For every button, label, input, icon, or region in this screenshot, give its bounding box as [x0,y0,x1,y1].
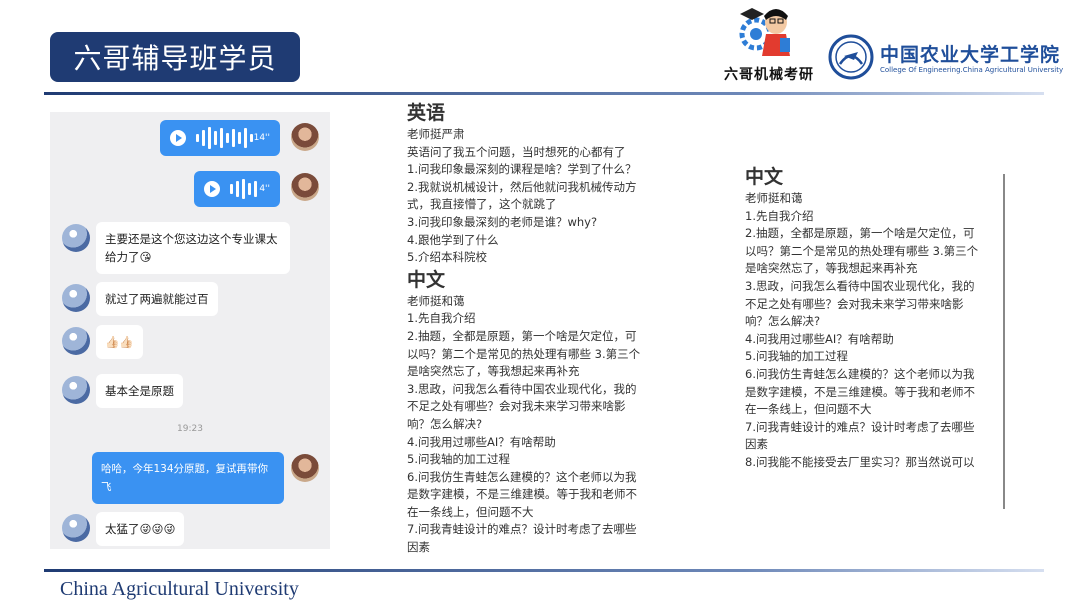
waveform-icon [230,179,257,199]
avatar[interactable] [291,123,319,151]
header-divider [44,92,1044,95]
note-line: 8.问我能不能接受去厂里实习？那当然说可以 [745,454,975,469]
chat-message-sent: 哈哈，今年134分原题，复试再带你飞 [92,452,284,504]
note-line: 3.思政，问我怎么看待中国农业现代化，我的不足之处有哪些？会对我未来学习带来啥影… [407,381,637,431]
footer-divider [44,569,1044,572]
mascot-caption: 六哥机械考研 [724,67,814,83]
chinese-heading: 中文 [407,268,446,291]
note-line: 4.问我用过哪些AI？有啥帮助 [745,331,894,346]
note-line: 老师挺严肃 [407,127,465,141]
avatar[interactable] [291,173,319,201]
note-line: 2.抽题，全都是原题，第一个啥是欠定位，可以吗？第二个是常见的热处理有哪些 3.… [407,328,641,379]
note-line: 1.先自我介绍 [407,311,476,326]
university-name-en: College Of Engineering.China Agricultura… [880,66,1064,74]
waveform-icon [196,127,253,149]
footer-university: China Agricultural University [60,578,299,600]
avatar[interactable] [62,327,90,355]
note-line: 7.问我青蛙设计的难点？设计时考虑了去哪些因素 [407,522,637,555]
interview-notes-right: 中文 老师挺和蔼 1.先自我介绍 2.抽题，全都是原题，第一个啥是欠定位，可以吗… [745,164,985,472]
scrollbar[interactable] [1003,174,1005,509]
note-line: 英语问了我五个问题，当时想死的心都有了 [407,144,626,159]
avatar[interactable] [62,224,90,252]
play-icon[interactable] [204,181,220,197]
avatar[interactable] [62,284,90,312]
chat-message: 太猛了😜😜😜 [96,512,185,546]
avatar[interactable] [291,454,319,482]
note-line: 5.问我轴的加工过程 [407,452,510,467]
chat-timestamp: 19:23 [177,424,203,434]
voice-duration: 14'' [253,133,270,143]
note-line: 6.问我仿生青蛙怎么建模的？这个老师以为我是数字建模，不是三维建模。等于我和老师… [745,366,975,417]
english-heading: 英语 [407,102,446,124]
chat-message: 👍🏻👍🏻 [96,325,143,359]
chat-message: 基本全是原题 [96,374,183,408]
voice-message[interactable]: 4'' [194,171,280,207]
note-line: 6.问我仿生青蛙怎么建模的？这个老师以为我是数字建模，不是三维建模。等于我和老师… [407,469,637,519]
avatar[interactable] [62,376,90,404]
note-line: 老师挺和蔼 [745,191,803,205]
note-line: 老师挺和蔼 [407,293,465,308]
note-line: 2.抽题，全都是原题，第一个啥是欠定位，可以吗？第二个是常见的热处理有哪些 3.… [745,226,979,276]
note-line: 5.问我轴的加工过程 [745,349,848,364]
voice-duration: 4'' [259,184,270,194]
note-line: 3.问我印象最深刻的老师是谁？why? [407,214,598,229]
chat-screenshot: 14'' 4'' 主要还是这个您这边这个专业课太给力了😘 就过了两遍就能过百 👍… [50,112,330,549]
interview-notes-middle: 英语 老师挺严肃 英语问了我五个问题，当时想死的心都有了 1.问我印象最深刻的课… [407,100,647,565]
voice-message[interactable]: 14'' [160,120,280,156]
note-line: 5.介绍本科院校 [407,250,487,265]
avatar[interactable] [62,514,90,542]
university-seal-logo [828,34,874,80]
note-line: 2.我就说机械设计，然后他就问我机械传动方式，我直接懵了，这个就跳了 [407,179,637,212]
note-line: 3.思政，问我怎么看待中国农业现代化，我的不足之处有哪些？会对我未来学习带来啥影… [745,278,975,329]
note-line: 1.问我印象最深刻的课程是啥？学到了什么？ [407,162,637,177]
note-line: 7.问我青蛙设计的难点？设计时考虑了去哪些因素 [745,419,975,452]
chat-message: 主要还是这个您这边这个专业课太给力了😘 [96,222,290,274]
play-icon[interactable] [170,130,186,146]
note-line: 4.跟他学到了什么 [407,232,499,247]
chat-message: 就过了两遍就能过百 [96,282,218,316]
university-name-cn: 中国农业大学工学院 [880,44,1061,66]
note-line: 4.问我用过哪些AI？有啥帮助 [407,434,556,449]
chinese-heading: 中文 [745,166,784,188]
mascot-logo [739,8,790,56]
note-line: 1.先自我介绍 [745,208,814,223]
page-title: 六哥辅导班学员 [50,32,300,82]
